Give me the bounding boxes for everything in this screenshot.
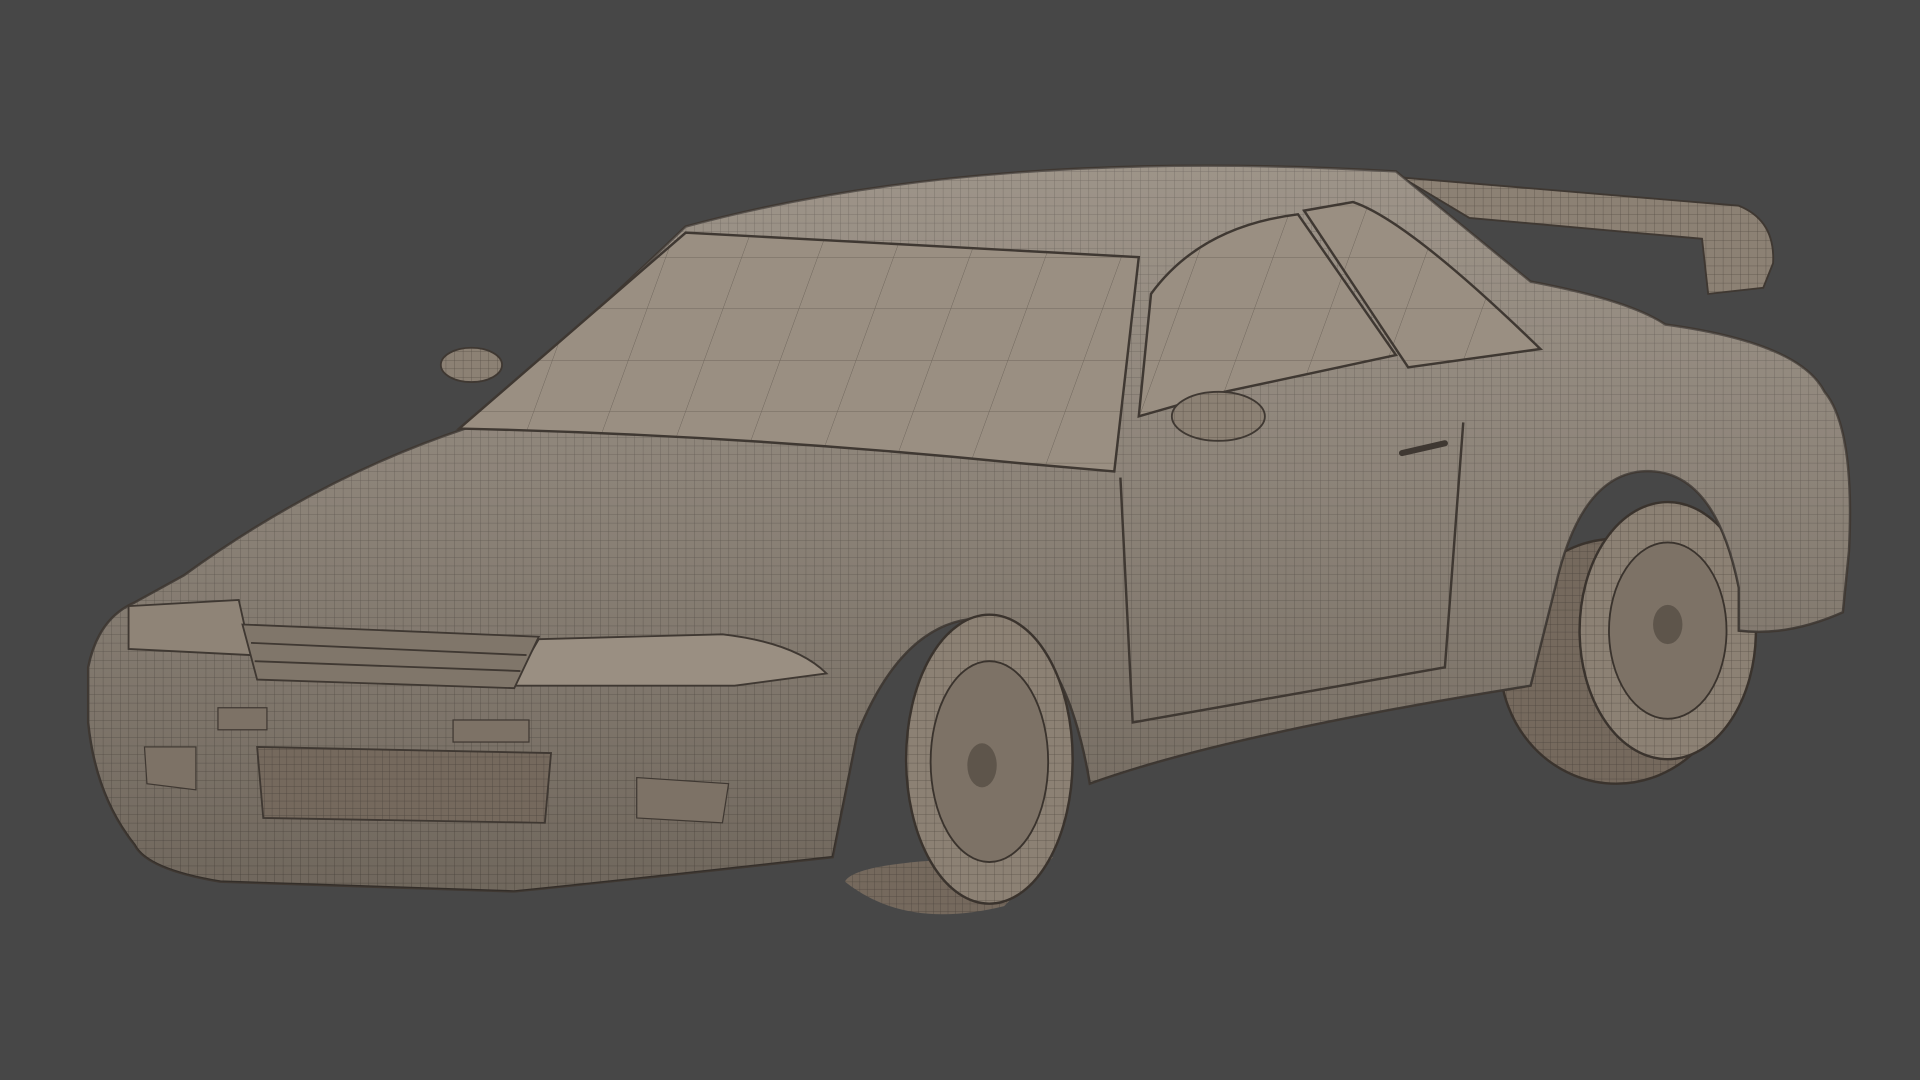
car-model [86,164,1852,915]
3d-viewport[interactable] [0,0,1920,1080]
bumper-intake [256,745,553,824]
right-mirror [1170,390,1266,442]
left-mirror [439,346,503,383]
left-headlight [127,599,253,657]
front-grille [241,623,541,690]
